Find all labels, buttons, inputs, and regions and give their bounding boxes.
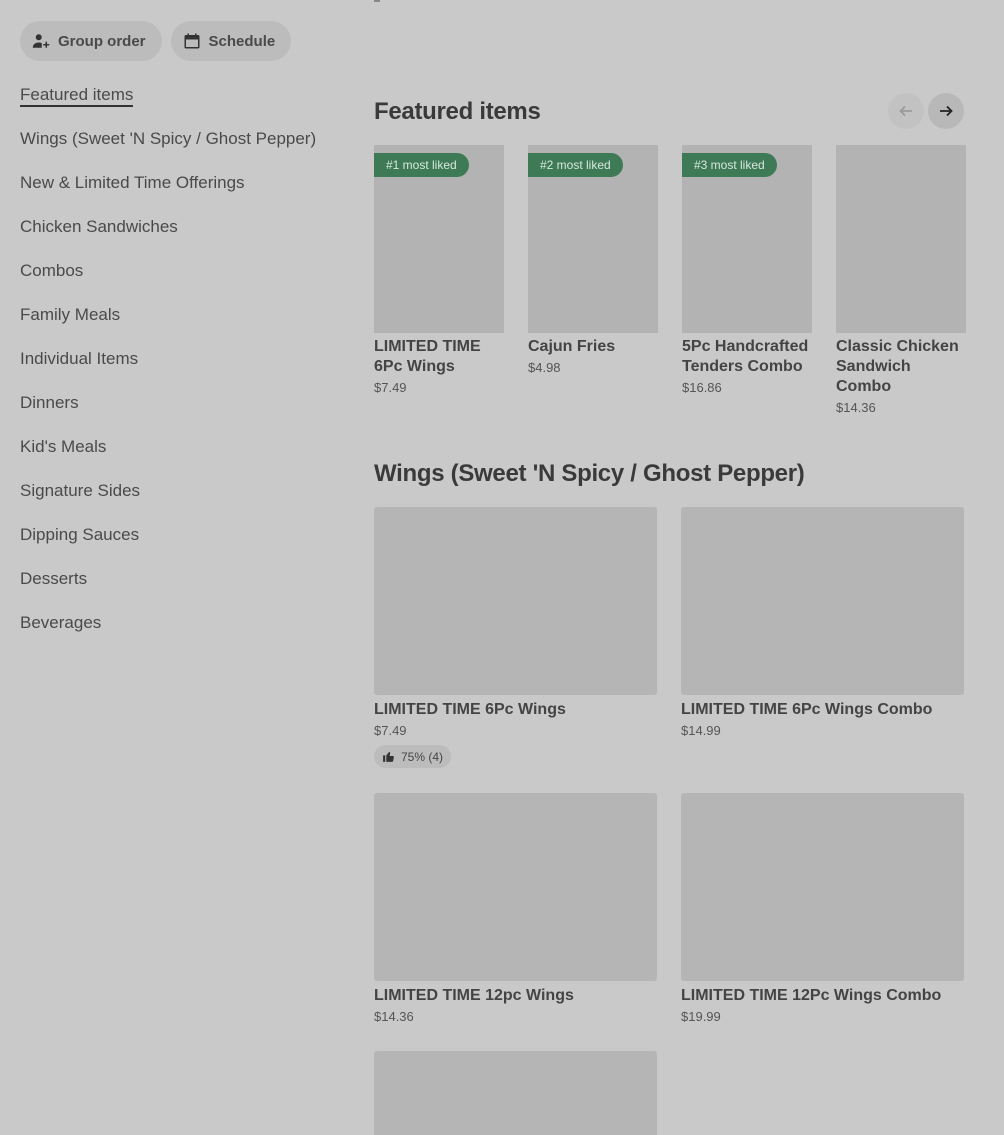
item-name: LIMITED TIME 12Pc Wings Combo — [681, 987, 942, 1004]
sidebar-item-featured[interactable]: Featured items — [20, 84, 350, 128]
sidebar-item-individual-items[interactable]: Individual Items — [20, 348, 350, 392]
sidebar-item-beverages[interactable]: Beverages — [20, 612, 350, 656]
group-order-button[interactable]: Group order — [20, 21, 162, 61]
calendar-icon — [184, 33, 200, 49]
sidebar-item-desserts[interactable]: Desserts — [20, 568, 350, 612]
most-liked-badge: #3 most liked — [682, 153, 777, 177]
schedule-label: Schedule — [208, 32, 276, 50]
item-image: #2 most liked — [528, 145, 658, 333]
item-price: $14.36 — [836, 400, 876, 415]
item-name: LIMITED TIME 6Pc Wings — [374, 338, 481, 375]
arrow-left-icon — [899, 105, 912, 117]
group-order-label: Group order — [58, 32, 146, 50]
featured-card[interactable]: #1 most liked LIMITED TIME 6Pc Wings $7.… — [374, 145, 504, 415]
item-name: LIMITED TIME 12pc Wings — [374, 987, 574, 1004]
item-image — [374, 793, 657, 981]
carousel-next-button[interactable] — [928, 93, 964, 129]
sidebar-item-chicken-sandwiches[interactable]: Chicken Sandwiches — [20, 216, 350, 260]
menu-item-card[interactable] — [374, 1051, 657, 1135]
menu-item-card[interactable]: LIMITED TIME 12pc Wings $14.36 — [374, 793, 657, 1024]
featured-card[interactable]: #3 most liked 5Pc Handcrafted Tenders Co… — [682, 145, 812, 415]
item-name: Classic Chicken Sandwich Combo — [836, 338, 959, 395]
scroll-remnant — [374, 0, 380, 2]
schedule-button[interactable]: Schedule — [170, 21, 292, 61]
item-image — [681, 507, 964, 695]
featured-carousel: #1 most liked LIMITED TIME 6Pc Wings $7.… — [374, 145, 966, 415]
most-liked-badge: #2 most liked — [528, 153, 623, 177]
item-image — [836, 145, 966, 333]
item-price: $4.98 — [528, 360, 561, 375]
rating-text: 75% (4) — [401, 749, 444, 764]
item-image — [681, 793, 964, 981]
sidebar-item-signature-sides[interactable]: Signature Sides — [20, 480, 350, 524]
sidebar-item-dinners[interactable]: Dinners — [20, 392, 350, 436]
featured-card[interactable]: #2 most liked Cajun Fries $4.98 — [528, 145, 658, 415]
order-options: Group order Schedule — [20, 21, 292, 61]
arrow-right-icon — [940, 105, 953, 117]
menu-item-card[interactable]: LIMITED TIME 6Pc Wings $7.49 75% (4) — [374, 507, 657, 768]
sidebar-item-family-meals[interactable]: Family Meals — [20, 304, 350, 348]
item-image: #3 most liked — [682, 145, 812, 333]
item-price: $14.36 — [374, 1009, 414, 1024]
item-name: Cajun Fries — [528, 338, 616, 355]
featured-section-title: Featured items — [374, 98, 541, 125]
sidebar-item-limited-time[interactable]: New & Limited Time Offerings — [20, 172, 350, 216]
sidebar-item-wings[interactable]: Wings (Sweet 'N Spicy / Ghost Pepper) — [20, 128, 350, 172]
add-person-icon — [32, 34, 50, 48]
item-image — [374, 1051, 657, 1135]
menu-item-card[interactable]: LIMITED TIME 12Pc Wings Combo $19.99 — [681, 793, 964, 1024]
wings-section-title: Wings (Sweet 'N Spicy / Ghost Pepper) — [374, 460, 805, 487]
menu-item-card[interactable]: LIMITED TIME 6Pc Wings Combo $14.99 — [681, 507, 964, 738]
item-price: $16.86 — [682, 380, 722, 395]
menu-category-nav: Featured items Wings (Sweet 'N Spicy / G… — [20, 84, 350, 656]
item-price: $7.49 — [374, 723, 407, 738]
sidebar-item-dipping-sauces[interactable]: Dipping Sauces — [20, 524, 350, 568]
most-liked-badge: #1 most liked — [374, 153, 469, 177]
featured-card[interactable]: Classic Chicken Sandwich Combo $14.36 — [836, 145, 966, 415]
thumbs-up-icon — [383, 751, 394, 762]
item-name: 5Pc Handcrafted Tenders Combo — [682, 338, 809, 375]
item-image — [374, 507, 657, 695]
carousel-prev-button[interactable] — [888, 93, 924, 129]
rating-badge: 75% (4) — [374, 745, 452, 768]
item-price: $19.99 — [681, 1009, 721, 1024]
sidebar-item-combos[interactable]: Combos — [20, 260, 350, 304]
sidebar-item-kids-meals[interactable]: Kid's Meals — [20, 436, 350, 480]
item-price: $7.49 — [374, 380, 407, 395]
item-image: #1 most liked — [374, 145, 504, 333]
item-name: LIMITED TIME 6Pc Wings Combo — [681, 701, 933, 718]
item-price: $14.99 — [681, 723, 721, 738]
item-name: LIMITED TIME 6Pc Wings — [374, 701, 566, 718]
